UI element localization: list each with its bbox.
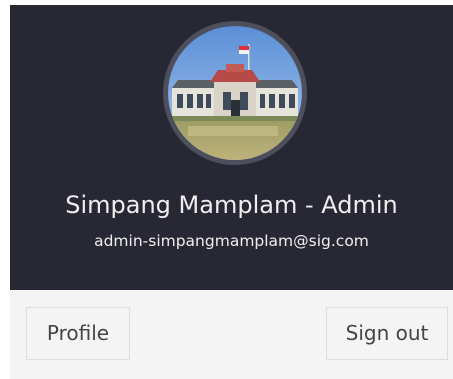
user-header: Simpang Mamplam - Admin admin-simpangmam…: [10, 5, 453, 290]
user-avatar: [163, 21, 307, 165]
user-email: admin-simpangmamplam@sig.com: [94, 232, 369, 250]
building-photo-icon: [168, 26, 302, 160]
user-menu-dropdown: Simpang Mamplam - Admin admin-simpangmam…: [10, 5, 453, 379]
profile-button[interactable]: Profile: [26, 307, 130, 360]
sign-out-button[interactable]: Sign out: [326, 307, 448, 360]
user-footer: Profile Sign out: [10, 290, 453, 379]
user-name: Simpang Mamplam - Admin: [65, 191, 398, 219]
